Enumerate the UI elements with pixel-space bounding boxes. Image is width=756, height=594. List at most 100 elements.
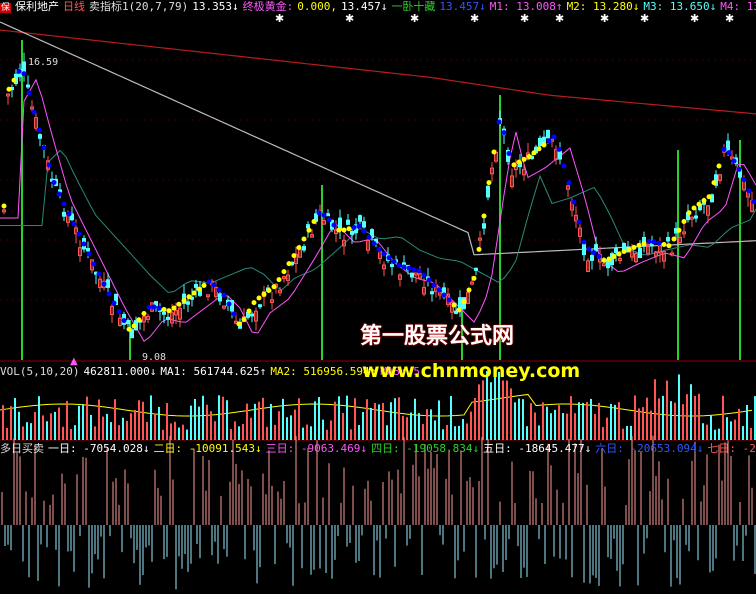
volume-bar xyxy=(422,424,424,440)
volume-bar xyxy=(66,400,68,440)
volume-bar xyxy=(362,412,364,440)
signal-dot xyxy=(666,243,672,249)
volume-bar xyxy=(290,415,292,440)
volume-bar xyxy=(610,403,612,440)
volume-spike-lines xyxy=(21,40,741,360)
volume-bar xyxy=(650,410,652,440)
signal-dot xyxy=(451,302,457,308)
candle-body xyxy=(614,247,618,254)
candle-body xyxy=(694,215,698,219)
signal-stars: ✱ ✱ ✱ ✱ ✱ ✱ ✱ ✱ ✱ ✱▲ xyxy=(70,12,734,367)
signal-dot xyxy=(731,158,737,164)
signal-dot xyxy=(711,180,717,186)
signal-dot xyxy=(571,199,577,205)
candle-body xyxy=(86,248,90,252)
signal-dot xyxy=(66,211,72,217)
signal-dot xyxy=(631,244,637,250)
volume-bar xyxy=(678,374,680,440)
volume-bar xyxy=(538,425,540,440)
signal-star-icon: ✱ xyxy=(275,12,284,25)
signal-dot xyxy=(506,151,512,156)
signal-dot xyxy=(551,134,557,140)
signal-dot xyxy=(586,246,592,252)
signal-dot xyxy=(721,146,727,152)
volume-bar xyxy=(26,422,28,440)
volume-bar xyxy=(194,398,196,440)
candle-body xyxy=(338,217,342,230)
price-low-label: 9.08 xyxy=(142,352,167,363)
volume-title[interactable]: VOL(5,10,20) xyxy=(0,366,79,378)
signal-dot xyxy=(31,109,37,115)
volume-bar xyxy=(606,417,608,440)
signal-dot xyxy=(286,261,292,267)
volume-bar xyxy=(154,413,156,440)
volume-bar xyxy=(242,424,244,440)
volume-bar xyxy=(238,426,240,440)
volume-bar xyxy=(622,428,624,440)
signal-dot xyxy=(226,301,232,307)
volume-bar xyxy=(398,397,400,440)
candle-body xyxy=(390,264,394,268)
moving-average-lines xyxy=(0,21,756,417)
volume-bar xyxy=(250,417,252,440)
volume-bar xyxy=(266,426,268,440)
volume-bar xyxy=(434,420,436,440)
multi-day-header: 多日买卖 一日: -7054.028↓ 二日: -10091.543↓ 三日: -90… xyxy=(0,443,756,455)
candle-body xyxy=(358,215,362,222)
signal-dot xyxy=(151,304,157,310)
indicator-m2: M2: 13.280↓ xyxy=(566,1,640,13)
signal-dot xyxy=(121,318,127,323)
multi-day-d1: 一日: -7054.028↓ xyxy=(48,443,150,455)
volume-bar xyxy=(658,398,660,440)
signal-dot xyxy=(736,166,742,172)
signal-dot xyxy=(466,287,472,293)
volume-bar xyxy=(158,406,160,440)
signal-dot xyxy=(671,236,677,242)
signal-dot xyxy=(411,267,417,272)
signal-dot xyxy=(406,265,412,271)
volume-bar xyxy=(82,404,84,440)
volume-bar xyxy=(262,397,264,440)
signal-star-icon: ✱ xyxy=(725,12,734,25)
signal-dot xyxy=(661,242,667,247)
volume-bar xyxy=(146,421,148,440)
indicator-name[interactable]: 卖指标1(20,7,79) xyxy=(89,1,188,13)
multi-day-d2: 二日: -10091.543↓ xyxy=(153,443,262,455)
candle-body xyxy=(350,231,354,235)
candle-body xyxy=(362,221,366,228)
volume-bar xyxy=(478,384,480,440)
signal-dot xyxy=(111,300,117,306)
signal-dot xyxy=(701,198,707,203)
volume-bar xyxy=(698,393,700,440)
signal-dot xyxy=(356,223,362,229)
signal-dot xyxy=(676,227,682,233)
candle-body xyxy=(638,247,642,259)
volume-bar xyxy=(482,380,484,440)
volume-bar xyxy=(6,427,8,440)
signal-dot xyxy=(526,154,532,160)
stock-name[interactable]: 保利地产 xyxy=(15,1,59,13)
volume-bar xyxy=(350,429,352,440)
multi-day-d6: 六日: -20653.094↓ xyxy=(595,443,704,455)
volume-bar xyxy=(634,395,636,440)
chart-canvas[interactable]: ✱ ✱ ✱ ✱ ✱ ✱ ✱ ✱ ✱ ✱▲ xyxy=(0,0,756,594)
volume-bar xyxy=(218,395,220,440)
multi-day-title[interactable]: 多日买卖 xyxy=(0,443,44,455)
volume-bar xyxy=(722,395,724,440)
volume-bar xyxy=(102,416,104,440)
signal-star-icon: ✱ xyxy=(520,12,529,25)
volume-bar xyxy=(738,408,740,440)
signal-dot xyxy=(476,246,482,252)
signal-dot xyxy=(161,307,167,312)
signal-dot xyxy=(541,142,547,148)
volume-bar xyxy=(490,382,492,440)
candle-body xyxy=(126,319,130,325)
volume-bar xyxy=(746,404,748,440)
volume-bar xyxy=(114,399,116,440)
volume-bar xyxy=(530,403,532,440)
volume-bar xyxy=(134,409,136,440)
volume-value: 462811.000↓ xyxy=(83,366,157,378)
signal-dot xyxy=(51,180,57,185)
signal-dot xyxy=(461,299,467,305)
period-label[interactable]: 日线 xyxy=(63,1,85,13)
